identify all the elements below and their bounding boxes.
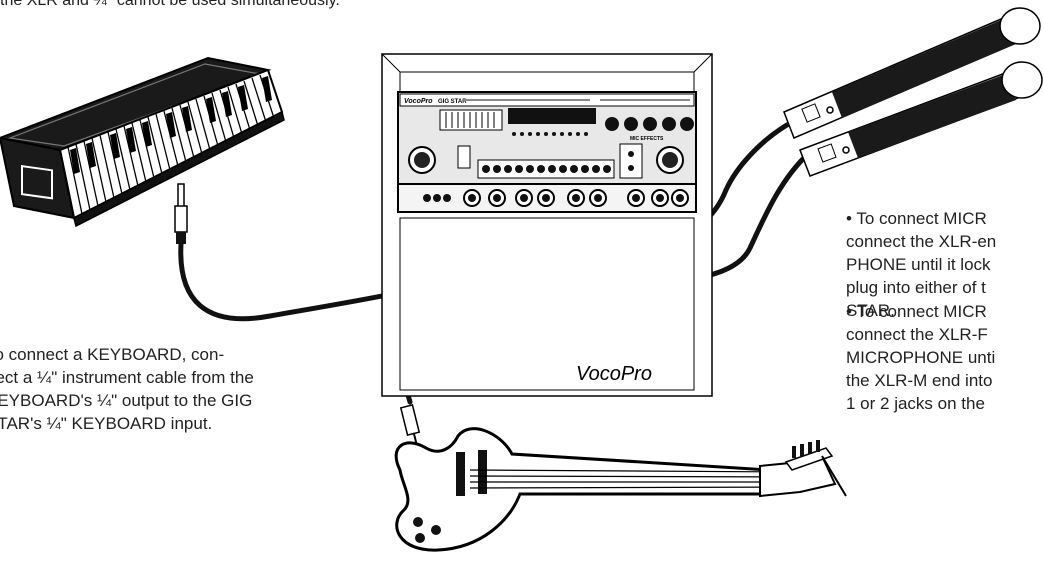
mic-instructions-line: • To connect MICR — [846, 302, 987, 321]
grille-logo: VocoPro — [576, 363, 652, 385]
effects-label: MIC EFFECTS — [630, 136, 664, 142]
mic-instructions-line: plug into either of t — [846, 278, 986, 297]
mic-instructions-line: the XLR-M end into — [846, 371, 993, 390]
keyboard-instructions-line: nect a ¼" instrument cable from the — [0, 368, 254, 387]
connection-diagram: VocoPro GIG STAR MIC EFFECTS VocoPro the… — [0, 0, 1044, 556]
mic-instructions-line: 1 or 2 jacks on the — [846, 394, 985, 413]
mic-instructions-line: connect the XLR-en — [846, 232, 997, 251]
mic-instructions-line: MICROPHONE unti — [846, 348, 996, 367]
top-note: the XLR and ¼" cannot be used simultaneo… — [0, 0, 340, 9]
mic-instructions-line: • To connect MICR — [846, 209, 987, 228]
keyboard-illustration — [0, 56, 285, 244]
keyboard-instructions-line: KEYBOARD's ¼" output to the GIG — [0, 391, 253, 410]
keyboard-instructions-line: To connect a KEYBOARD, con- — [0, 345, 225, 364]
keyboard-instructions: To connect a KEYBOARD, con- nect a ¼" in… — [0, 343, 254, 435]
mic-instructions-xlr-f: • To connect MICR connect the XLR-F MICR… — [846, 300, 995, 415]
panel-brand: VocoPro — [404, 98, 433, 105]
bass-guitar — [394, 404, 847, 552]
keyboard-instructions-line: STAR's ¼" KEYBOARD input. — [0, 414, 213, 433]
gig-star-unit: VocoPro GIG STAR MIC EFFECTS VocoPro — [381, 53, 713, 397]
mic-instructions-line: connect the XLR-F — [846, 325, 988, 344]
mic-instructions-line: PHONE until it lock — [846, 255, 991, 274]
